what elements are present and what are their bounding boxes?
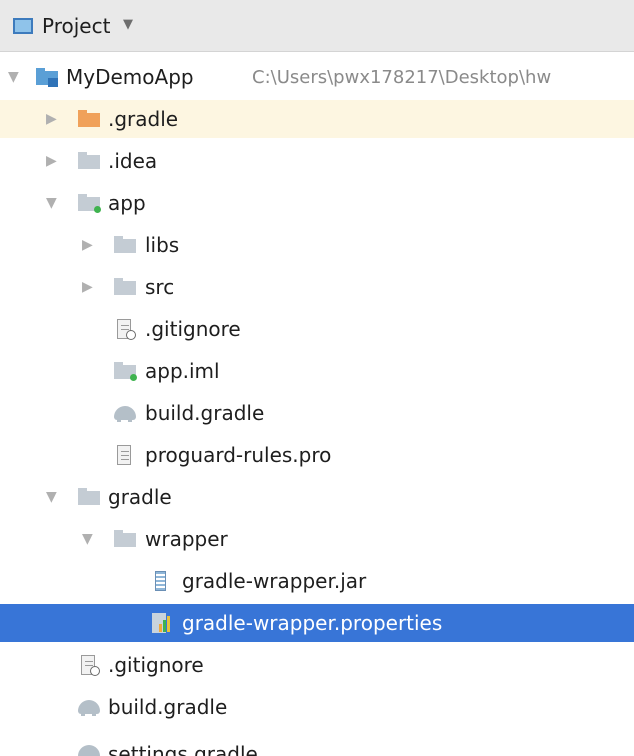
folder-icon bbox=[114, 529, 136, 549]
folder-icon bbox=[78, 487, 100, 507]
tree-node-proguard-rules[interactable]: proguard-rules.pro bbox=[0, 436, 634, 474]
jar-file-icon bbox=[150, 571, 172, 591]
folder-icon bbox=[114, 277, 136, 297]
tree-node-label: .gitignore bbox=[145, 317, 241, 341]
tree-node-label: build.gradle bbox=[145, 401, 265, 425]
folder-icon bbox=[78, 109, 100, 129]
module-file-icon bbox=[114, 361, 137, 381]
tree-node-label: settings.gradle bbox=[108, 742, 258, 756]
tree-node-label: .idea bbox=[108, 149, 158, 173]
tree-node-root-gitignore[interactable]: .gitignore bbox=[0, 646, 634, 684]
project-view-selector[interactable]: Project bbox=[42, 14, 110, 38]
gradle-elephant-icon bbox=[78, 742, 100, 756]
tree-node-mydemoapp[interactable]: ▼ MyDemoApp C:\Users\pwx178217\Desktop\h… bbox=[0, 58, 634, 96]
tree-node-dot-gradle[interactable]: ▶ .gradle bbox=[0, 100, 634, 138]
tree-node-label: gradle bbox=[108, 485, 172, 509]
project-window-icon bbox=[13, 18, 33, 34]
tree-node-label: wrapper bbox=[145, 527, 228, 551]
tree-node-label: app bbox=[108, 191, 146, 215]
tree-node-label: src bbox=[145, 275, 175, 299]
collapsed-arrow-icon[interactable]: ▶ bbox=[46, 153, 57, 169]
tree-node-label: proguard-rules.pro bbox=[145, 443, 332, 467]
expanded-arrow-icon[interactable]: ▼ bbox=[46, 195, 57, 211]
tree-node-label: gradle-wrapper.properties bbox=[182, 611, 443, 635]
expanded-arrow-icon[interactable]: ▼ bbox=[82, 531, 93, 547]
tree-node-gradle-wrapper-properties[interactable]: gradle-wrapper.properties bbox=[0, 604, 634, 642]
tree-node-label: MyDemoApp bbox=[66, 65, 194, 89]
module-folder-icon bbox=[36, 67, 58, 87]
tree-node-label: build.gradle bbox=[108, 695, 228, 719]
tree-node-root-build-gradle[interactable]: build.gradle bbox=[0, 688, 634, 726]
chevron-down-icon[interactable]: ▼ bbox=[123, 17, 133, 32]
ignored-file-icon bbox=[78, 655, 100, 676]
tree-node-settings-gradle[interactable]: settings.gradle bbox=[0, 730, 634, 756]
tree-node-label: .gitignore bbox=[108, 653, 204, 677]
tree-node-label: app.iml bbox=[145, 359, 220, 383]
module-folder-icon bbox=[78, 193, 101, 213]
tree-node-label: .gradle bbox=[108, 107, 179, 131]
project-view-header: Project ▼ bbox=[0, 0, 634, 52]
tree-node-idea[interactable]: ▶ .idea bbox=[0, 142, 634, 180]
tree-node-wrapper[interactable]: ▼ wrapper bbox=[0, 520, 634, 558]
tree-node-gradle[interactable]: ▼ gradle bbox=[0, 478, 634, 516]
folder-icon bbox=[78, 151, 100, 171]
ignored-file-icon bbox=[114, 319, 136, 340]
collapsed-arrow-icon[interactable]: ▶ bbox=[82, 279, 93, 295]
tree-node-label: libs bbox=[145, 233, 180, 257]
folder-icon bbox=[114, 235, 136, 255]
collapsed-arrow-icon[interactable]: ▶ bbox=[46, 111, 57, 127]
expanded-arrow-icon[interactable]: ▼ bbox=[8, 69, 19, 85]
gradle-elephant-icon bbox=[78, 697, 100, 717]
tree-node-gradle-wrapper-jar[interactable]: gradle-wrapper.jar bbox=[0, 562, 634, 600]
tree-node-app-gitignore[interactable]: .gitignore bbox=[0, 310, 634, 348]
gradle-elephant-icon bbox=[114, 403, 136, 423]
collapsed-arrow-icon[interactable]: ▶ bbox=[82, 237, 93, 253]
tree-node-libs[interactable]: ▶ libs bbox=[0, 226, 634, 264]
tree-node-label: gradle-wrapper.jar bbox=[182, 569, 367, 593]
tree-node-src[interactable]: ▶ src bbox=[0, 268, 634, 306]
properties-file-icon bbox=[150, 613, 172, 633]
expanded-arrow-icon[interactable]: ▼ bbox=[46, 489, 57, 505]
tree-node-app[interactable]: ▼ app bbox=[0, 184, 634, 222]
project-path: C:\Users\pwx178217\Desktop\hw bbox=[252, 67, 552, 88]
text-file-icon bbox=[114, 445, 136, 465]
tree-node-app-iml[interactable]: app.iml bbox=[0, 352, 634, 390]
tree-node-app-build-gradle[interactable]: build.gradle bbox=[0, 394, 634, 432]
